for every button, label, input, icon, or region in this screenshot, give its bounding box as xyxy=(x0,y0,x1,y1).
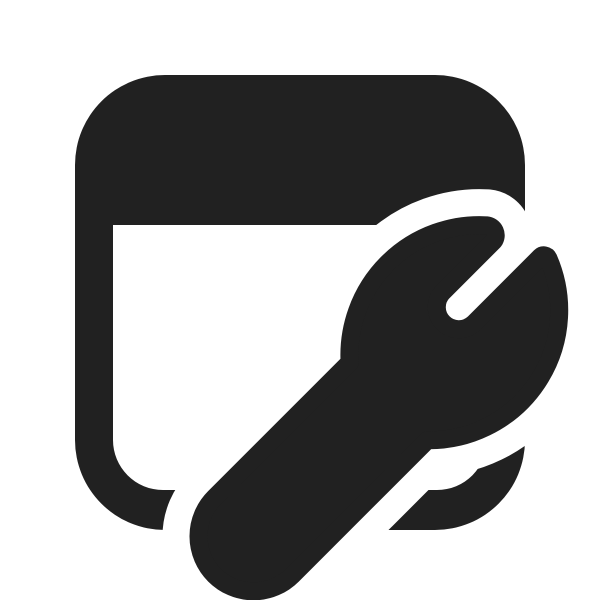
icon-canvas xyxy=(0,0,600,600)
window-wrench-icon xyxy=(75,75,596,600)
